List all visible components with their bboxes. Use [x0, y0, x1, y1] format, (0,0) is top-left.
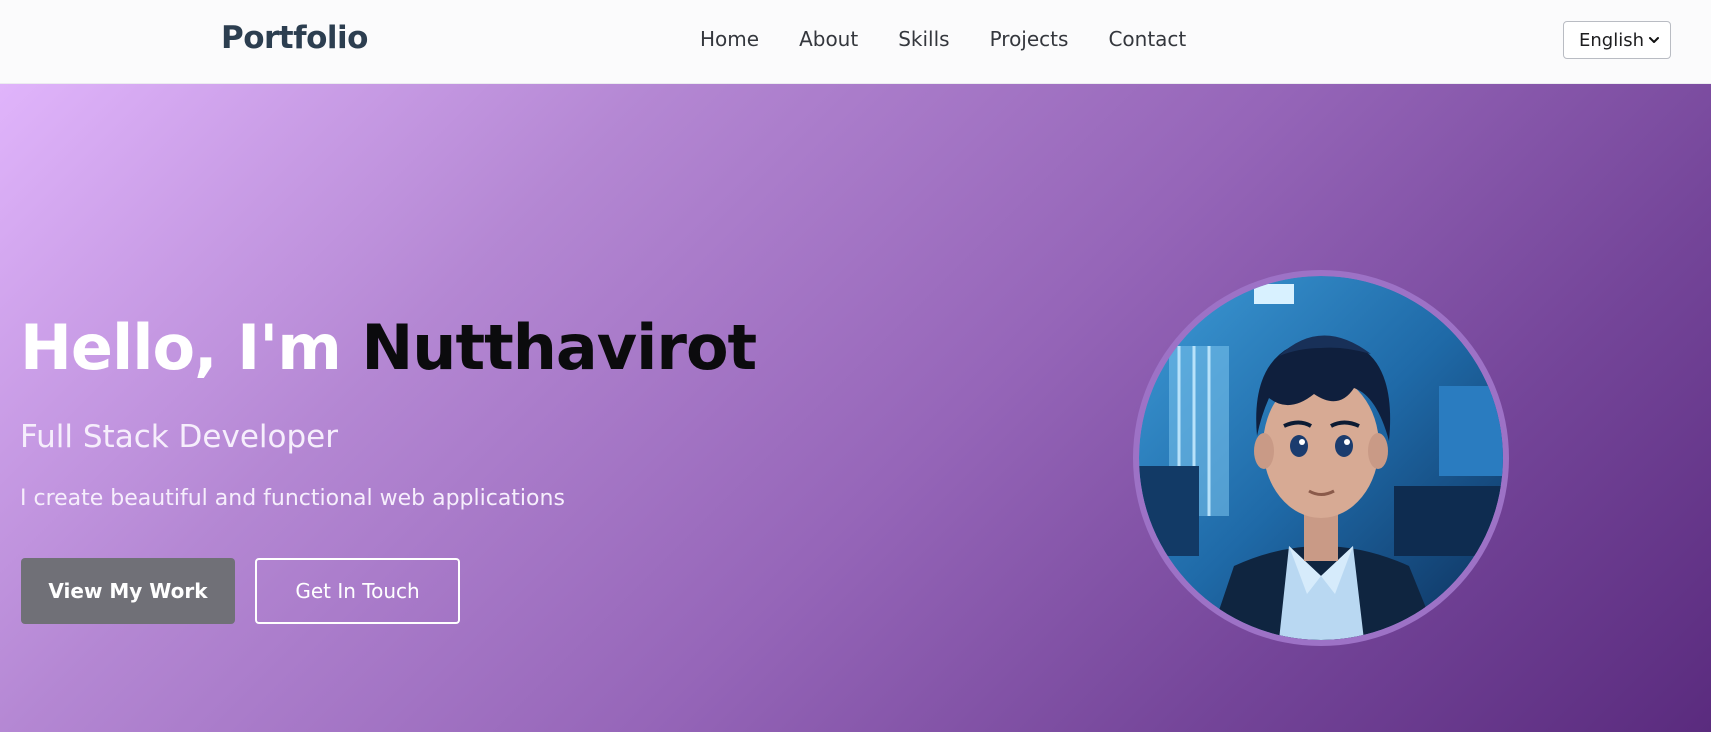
nav-link-about[interactable]: About: [799, 27, 858, 51]
chevron-down-icon: [1649, 37, 1659, 43]
nav-link-projects[interactable]: Projects: [990, 27, 1069, 51]
hero-name: Nutthavirot: [361, 311, 757, 384]
hero-title: Hello, I'm Nutthavirot: [20, 311, 757, 384]
hero-greeting: Hello, I'm: [20, 311, 342, 384]
nav-link-home[interactable]: Home: [700, 27, 759, 51]
view-my-work-button[interactable]: View My Work: [21, 558, 235, 624]
language-select[interactable]: English: [1563, 21, 1671, 59]
hero-section: Hello, I'm Nutthavirot Full Stack Develo…: [0, 84, 1711, 732]
brand-logo[interactable]: Portfolio: [221, 20, 368, 56]
nav-link-skills[interactable]: Skills: [898, 27, 949, 51]
nav-link-contact[interactable]: Contact: [1108, 27, 1186, 51]
hero-subtitle: Full Stack Developer: [20, 419, 338, 455]
nav-links: Home About Skills Projects Contact: [700, 27, 1186, 51]
hero-description: I create beautiful and functional web ap…: [20, 486, 565, 511]
get-in-touch-button[interactable]: Get In Touch: [255, 558, 460, 624]
language-select-value: English: [1579, 29, 1644, 51]
avatar-frame: [1133, 270, 1509, 646]
navbar: Portfolio Home About Skills Projects Con…: [0, 0, 1711, 84]
avatar: [1139, 276, 1503, 640]
